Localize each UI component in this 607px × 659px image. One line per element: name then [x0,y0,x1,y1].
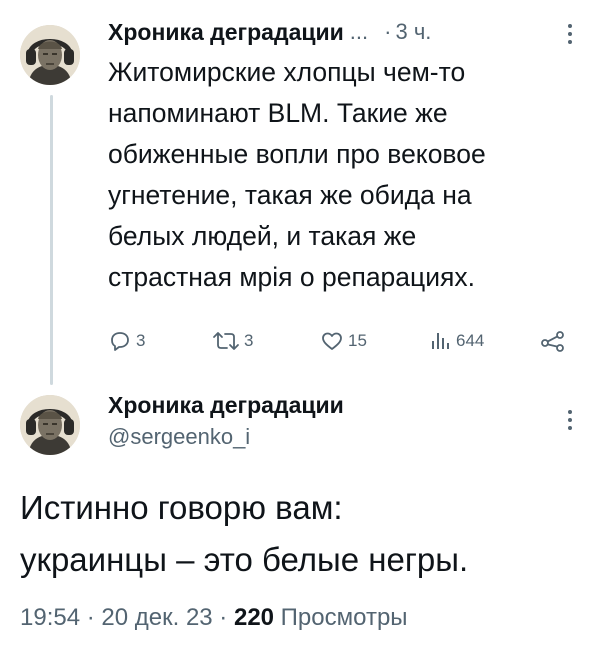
like-count: 15 [348,331,367,350]
author-handle[interactable]: @sergeenko_i [108,424,250,450]
post-timestamp[interactable]: 19:54 · 20 дек. 23 · [20,604,234,631]
text-line: страстная мрія о репарациях. [108,262,475,292]
post-action-bar: 3 3 15 644 [108,326,578,356]
post-time[interactable]: 3 ч. [395,19,431,45]
avatar-portrait-image [20,395,80,455]
author-avatar[interactable] [20,25,80,85]
separator-dot: · [384,19,392,44]
thread-post-header: Хроника деградации ... · 3 ч. [108,14,588,50]
author-name[interactable]: Хроника деградации [108,392,344,419]
views-count: 644 [456,331,485,350]
views-label: Просмотры [274,604,408,631]
heart-icon [322,332,342,350]
text-line: украинцы – это белые негры. [20,541,469,578]
repost-icon [213,332,239,350]
post-meta: 19:54 · 20 дек. 23 · 220 Просмотры [20,604,408,632]
avatar-portrait-image [20,25,80,85]
views-total: 220 [233,604,275,631]
more-vertical-icon[interactable] [566,22,574,46]
author-avatar[interactable] [20,395,80,455]
text-line: Житомирские хлопцы чем-то [108,57,466,87]
thread-post-text: Житомирские хлопцы чем-то напоминают BLM… [108,52,588,298]
repost-count: 3 [244,331,254,350]
more-vertical-icon[interactable] [566,408,574,432]
text-line: обиженные вопли про вековое [108,139,486,169]
views-icon [432,333,449,349]
reply-count: 3 [136,331,146,350]
reply-icon [111,332,129,351]
reply-button[interactable]: 3 [108,326,145,356]
author-name[interactable]: Хроника деградации [108,19,344,46]
text-line: угнетение, такая же обида на [108,180,472,210]
views-button[interactable]: 644 [430,326,484,356]
share-button[interactable] [540,326,570,356]
text-line: белых людей, и такая же [108,221,417,251]
thread-connector-line [50,95,53,385]
name-ellipsis: ... [349,19,369,44]
main-post-text: Истинно говорю вам: украинцы – это белые… [20,482,590,586]
like-button[interactable]: 15 [320,326,367,356]
repost-button[interactable]: 3 [212,326,253,356]
text-line: напоминают BLM. Такие же [108,98,448,128]
share-icon [541,331,564,352]
text-line: Истинно говорю вам: [20,489,343,526]
